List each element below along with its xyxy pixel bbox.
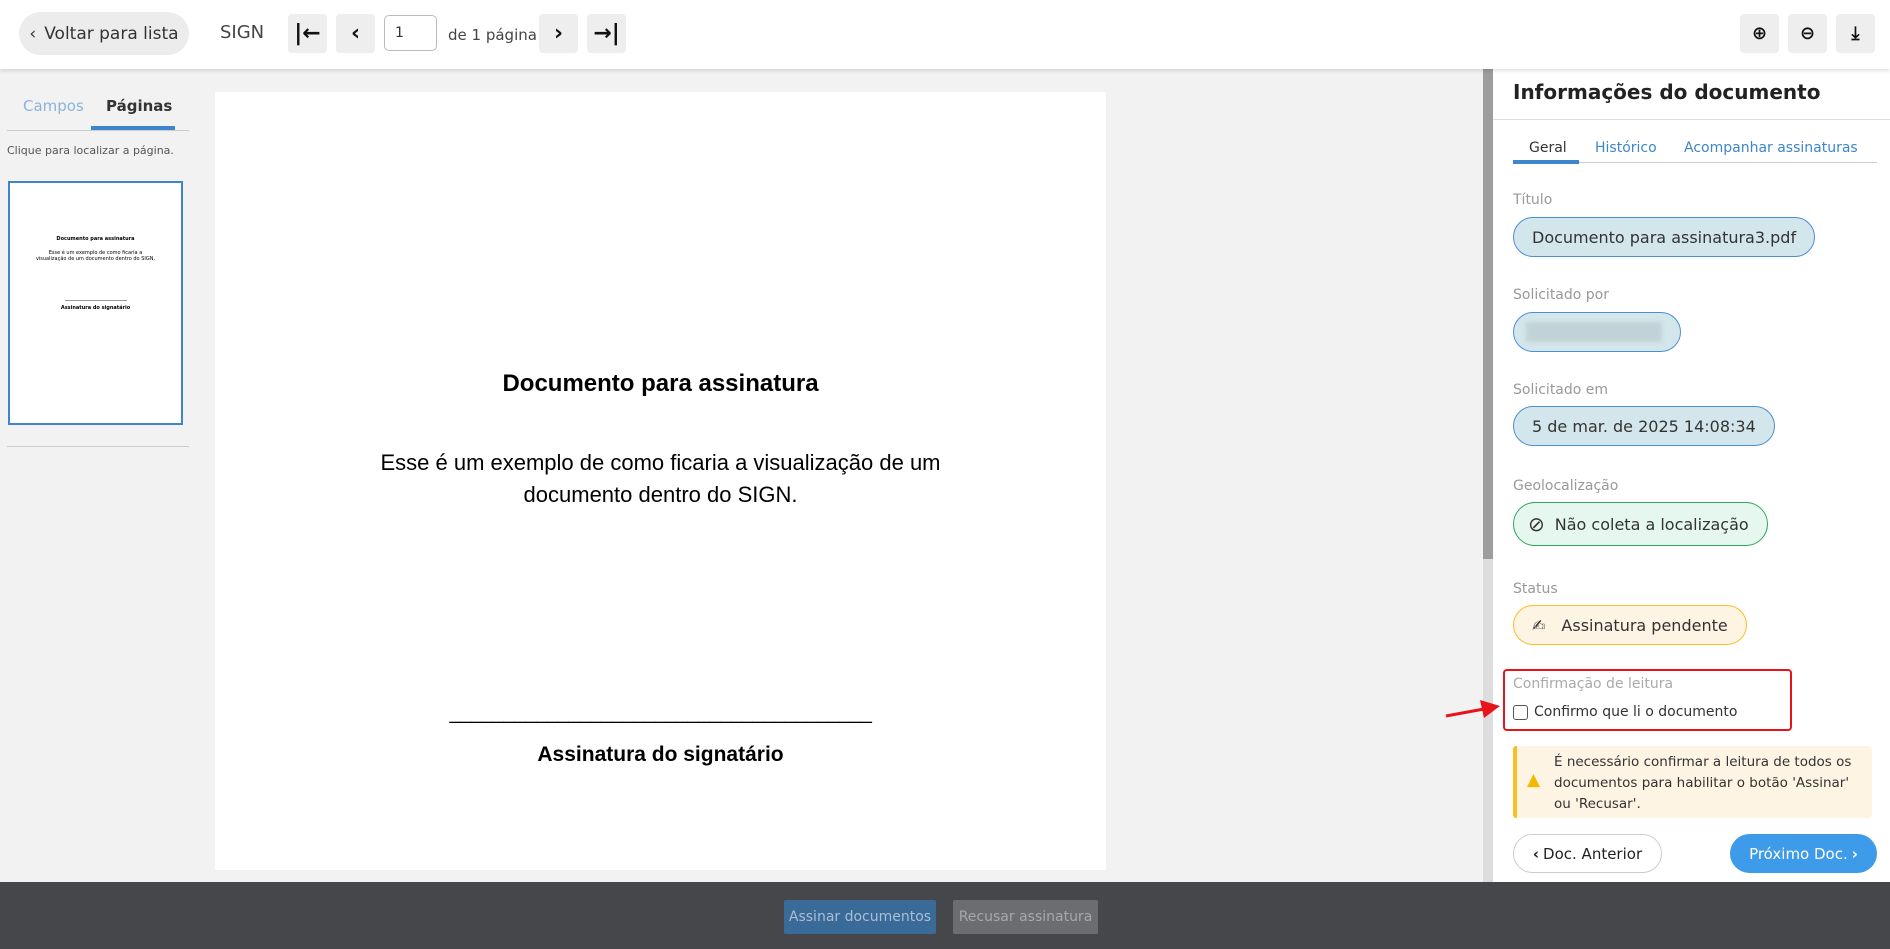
document-body-2: documento dentro do SIGN. [523, 482, 798, 507]
tab-paginas[interactable]: Páginas [106, 97, 172, 115]
confirm-label: Confirmação de leitura [1513, 676, 1674, 692]
confirm-checkbox[interactable] [1513, 705, 1528, 720]
thumb-line [64, 300, 127, 301]
active-panel-tab-indicator [1513, 160, 1579, 164]
warning-icon: ▲ [1527, 770, 1541, 790]
solicitado-em-label: Solicitado em [1513, 382, 1609, 398]
solicitado-por-label: Solicitado por [1513, 287, 1609, 303]
back-to-list-button[interactable]: ‹ Voltar para lista [19, 12, 189, 55]
panel-title: Informações do documento [1513, 80, 1821, 104]
signature-label: Assinatura do signatário [537, 743, 784, 766]
tab-geral[interactable]: Geral [1529, 140, 1567, 156]
geo-label: Geolocalização [1513, 478, 1619, 494]
panel-divider [1493, 119, 1890, 120]
titulo-value: Documento para assinatura3.pdf [1513, 217, 1816, 257]
tab-historico[interactable]: Histórico [1595, 140, 1657, 156]
document-title: Documento para assinatura [502, 370, 819, 397]
zoom-in-button[interactable]: ⊕ [1740, 14, 1779, 53]
chevron-left-icon: ‹ [1532, 844, 1540, 863]
location-off-icon: ⊘ [1528, 512, 1545, 536]
titulo-label: Título [1513, 192, 1553, 208]
red-arrow-icon [1445, 700, 1500, 718]
signature-edit-icon: ✍ [1532, 615, 1546, 635]
zoom-in-icon: ⊕ [1751, 23, 1768, 44]
app-name: SIGN [220, 22, 265, 43]
download-icon: ⤓ [1851, 23, 1860, 44]
status-label: Status [1513, 581, 1558, 597]
download-button[interactable]: ⤓ [1836, 14, 1875, 53]
scrollbar-thumb[interactable] [1483, 69, 1493, 559]
active-tab-indicator [91, 126, 175, 130]
next-doc-button[interactable]: Próximo Doc. › [1730, 834, 1877, 873]
solicitado-em-value: 5 de mar. de 2025 14:08:34 [1513, 406, 1775, 446]
prev-page-icon: ‹ [350, 21, 361, 46]
confirm-checkbox-label[interactable]: Confirmo que li o documento [1534, 704, 1737, 720]
tab-acompanhar[interactable]: Acompanhar assinaturas [1684, 140, 1858, 156]
zoom-out-icon: ⊖ [1799, 23, 1816, 44]
thumb-signature: Assinatura do signatário [60, 305, 131, 311]
sidebar-divider [7, 446, 189, 447]
zoom-out-button[interactable]: ⊖ [1788, 14, 1827, 53]
refuse-signature-button[interactable]: Recusar assinatura [953, 900, 1098, 934]
warning-box: ▲ É necessário confirmar a leitura de to… [1513, 746, 1872, 818]
page-thumbnail[interactable]: Documento para assinatura Esse é um exem… [8, 181, 183, 425]
signature-line: _______________________________________ [449, 702, 872, 724]
warning-text: É necessário confirmar a leitura de todo… [1554, 754, 1852, 812]
next-page-button[interactable]: › [539, 14, 578, 53]
thumb-body: Esse é um exemplo de como ficaria a visu… [35, 250, 156, 262]
page-total: de 1 página [448, 26, 537, 44]
last-page-icon: →| [593, 21, 620, 46]
page-number-input[interactable]: 1 [384, 15, 437, 51]
last-page-button[interactable]: →| [587, 14, 626, 53]
geo-value: ⊘ Não coleta a localização [1513, 502, 1768, 546]
status-badge: ✍ Assinatura pendente [1513, 605, 1747, 645]
sign-documents-button[interactable]: Assinar documentos [784, 900, 936, 934]
prev-doc-button[interactable]: ‹ Doc. Anterior [1513, 834, 1662, 873]
sidebar-hint: Clique para localizar a página. [7, 144, 174, 157]
first-page-button[interactable]: |← [288, 14, 327, 53]
first-page-icon: |← [294, 21, 321, 46]
prev-page-button[interactable]: ‹ [336, 14, 375, 53]
next-page-icon: › [553, 21, 564, 46]
solicitado-por-value [1513, 312, 1681, 352]
footer-bar [0, 882, 1890, 949]
document-body-1: Esse é um exemplo de como ficaria a visu… [380, 450, 941, 475]
chevron-left-icon: ‹ [29, 23, 37, 44]
thumb-title: Documento para assinatura [56, 236, 135, 242]
redacted-name [1526, 322, 1662, 342]
chevron-right-icon: › [1851, 844, 1858, 863]
scrollbar-track[interactable] [1483, 69, 1493, 882]
toolbar: ‹ Voltar para lista SIGN |← ‹ 1 de 1 pági… [0, 0, 1890, 69]
tabs-divider [7, 130, 189, 131]
tab-campos[interactable]: Campos [23, 97, 84, 115]
